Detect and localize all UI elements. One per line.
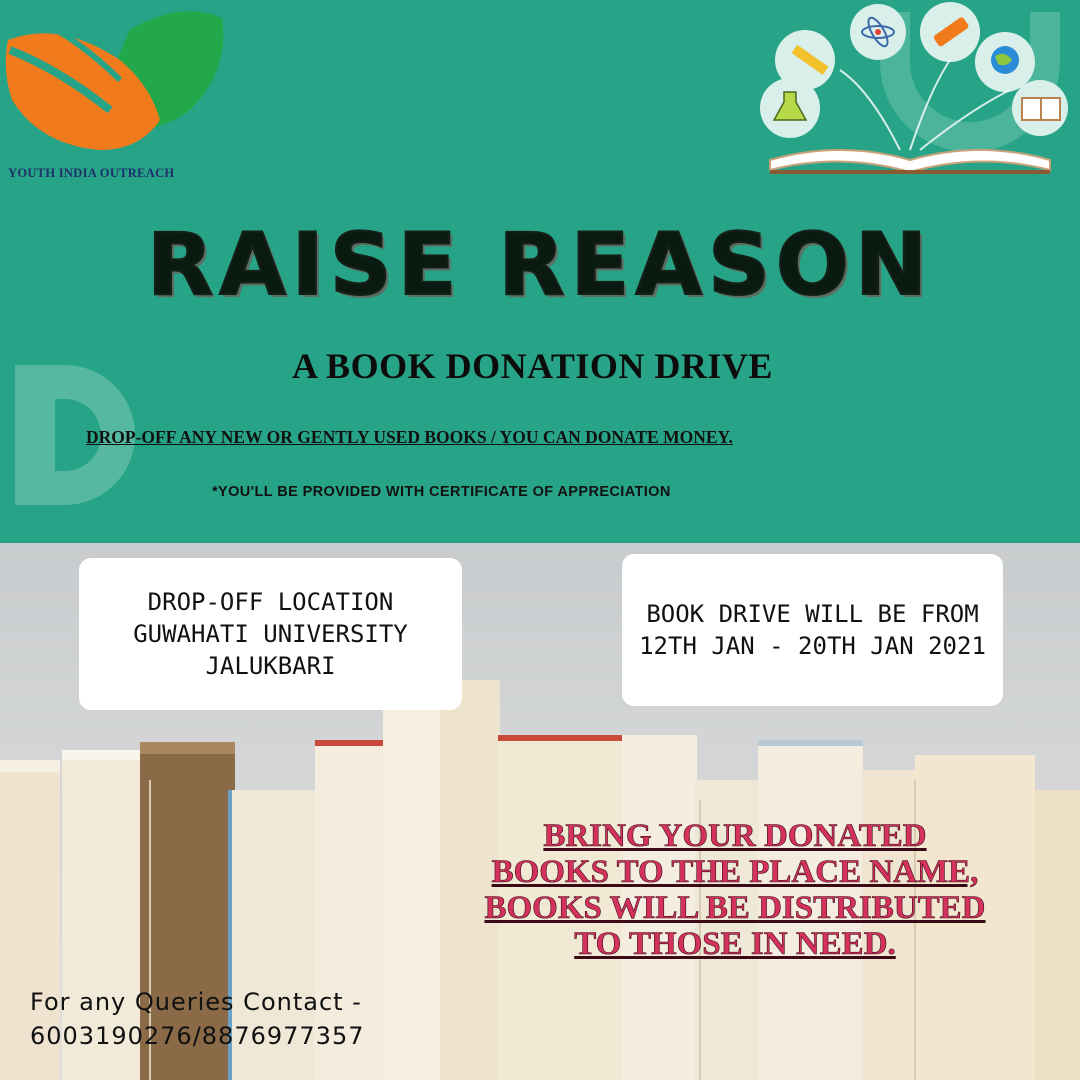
education-illustration bbox=[760, 2, 1068, 174]
contact-label: For any Queries Contact - bbox=[30, 988, 362, 1016]
contact-info: For any Queries Contact - 6003190276/887… bbox=[30, 985, 364, 1053]
logo-text: YOUTH INDIA OUTREACH bbox=[8, 166, 175, 180]
book-icon bbox=[1021, 97, 1061, 121]
drop-off-instruction: DROP-OFF ANY NEW OR GENTLY USED BOOKS / … bbox=[86, 427, 733, 447]
message-line: TO THOSE IN NEED. bbox=[574, 926, 896, 963]
page-title: RAISE REASON bbox=[146, 214, 933, 316]
dates-card: BOOK DRIVE WILL BE FROM 12TH JAN - 20TH … bbox=[622, 554, 1003, 706]
message-line: BRING YOUR DONATED bbox=[543, 818, 927, 855]
dates-card-line: BOOK DRIVE WILL BE FROM bbox=[646, 600, 979, 628]
location-card: DROP-OFF LOCATION GUWAHATI UNIVERSITY JA… bbox=[79, 558, 462, 710]
contact-phone: 6003190276/8876977357 bbox=[30, 1022, 365, 1050]
page-subtitle: A BOOK DONATION DRIVE bbox=[292, 346, 773, 386]
location-card-line: JALUKBARI bbox=[205, 652, 336, 680]
header-panel: YOUTH INDIA OUTREACH RAISE REASON A BOOK… bbox=[0, 0, 1080, 543]
certificate-note: *YOU'LL BE PROVIDED WITH CERTIFICATE OF … bbox=[212, 484, 671, 500]
globe-icon bbox=[991, 46, 1019, 74]
message-line: BOOKS TO THE PLACE NAME, bbox=[491, 854, 979, 891]
donation-message: BRING YOUR DONATED BOOKS TO THE PLACE NA… bbox=[410, 818, 1060, 963]
dates-card-line: 12TH JAN - 20TH JAN 2021 bbox=[639, 632, 986, 660]
location-card-line: DROP-OFF LOCATION bbox=[147, 588, 394, 616]
location-card-line: GUWAHATI UNIVERSITY bbox=[133, 620, 408, 648]
logo-icon bbox=[5, 11, 224, 151]
message-line: BOOKS WILL BE DISTRIBUTED bbox=[484, 890, 986, 927]
